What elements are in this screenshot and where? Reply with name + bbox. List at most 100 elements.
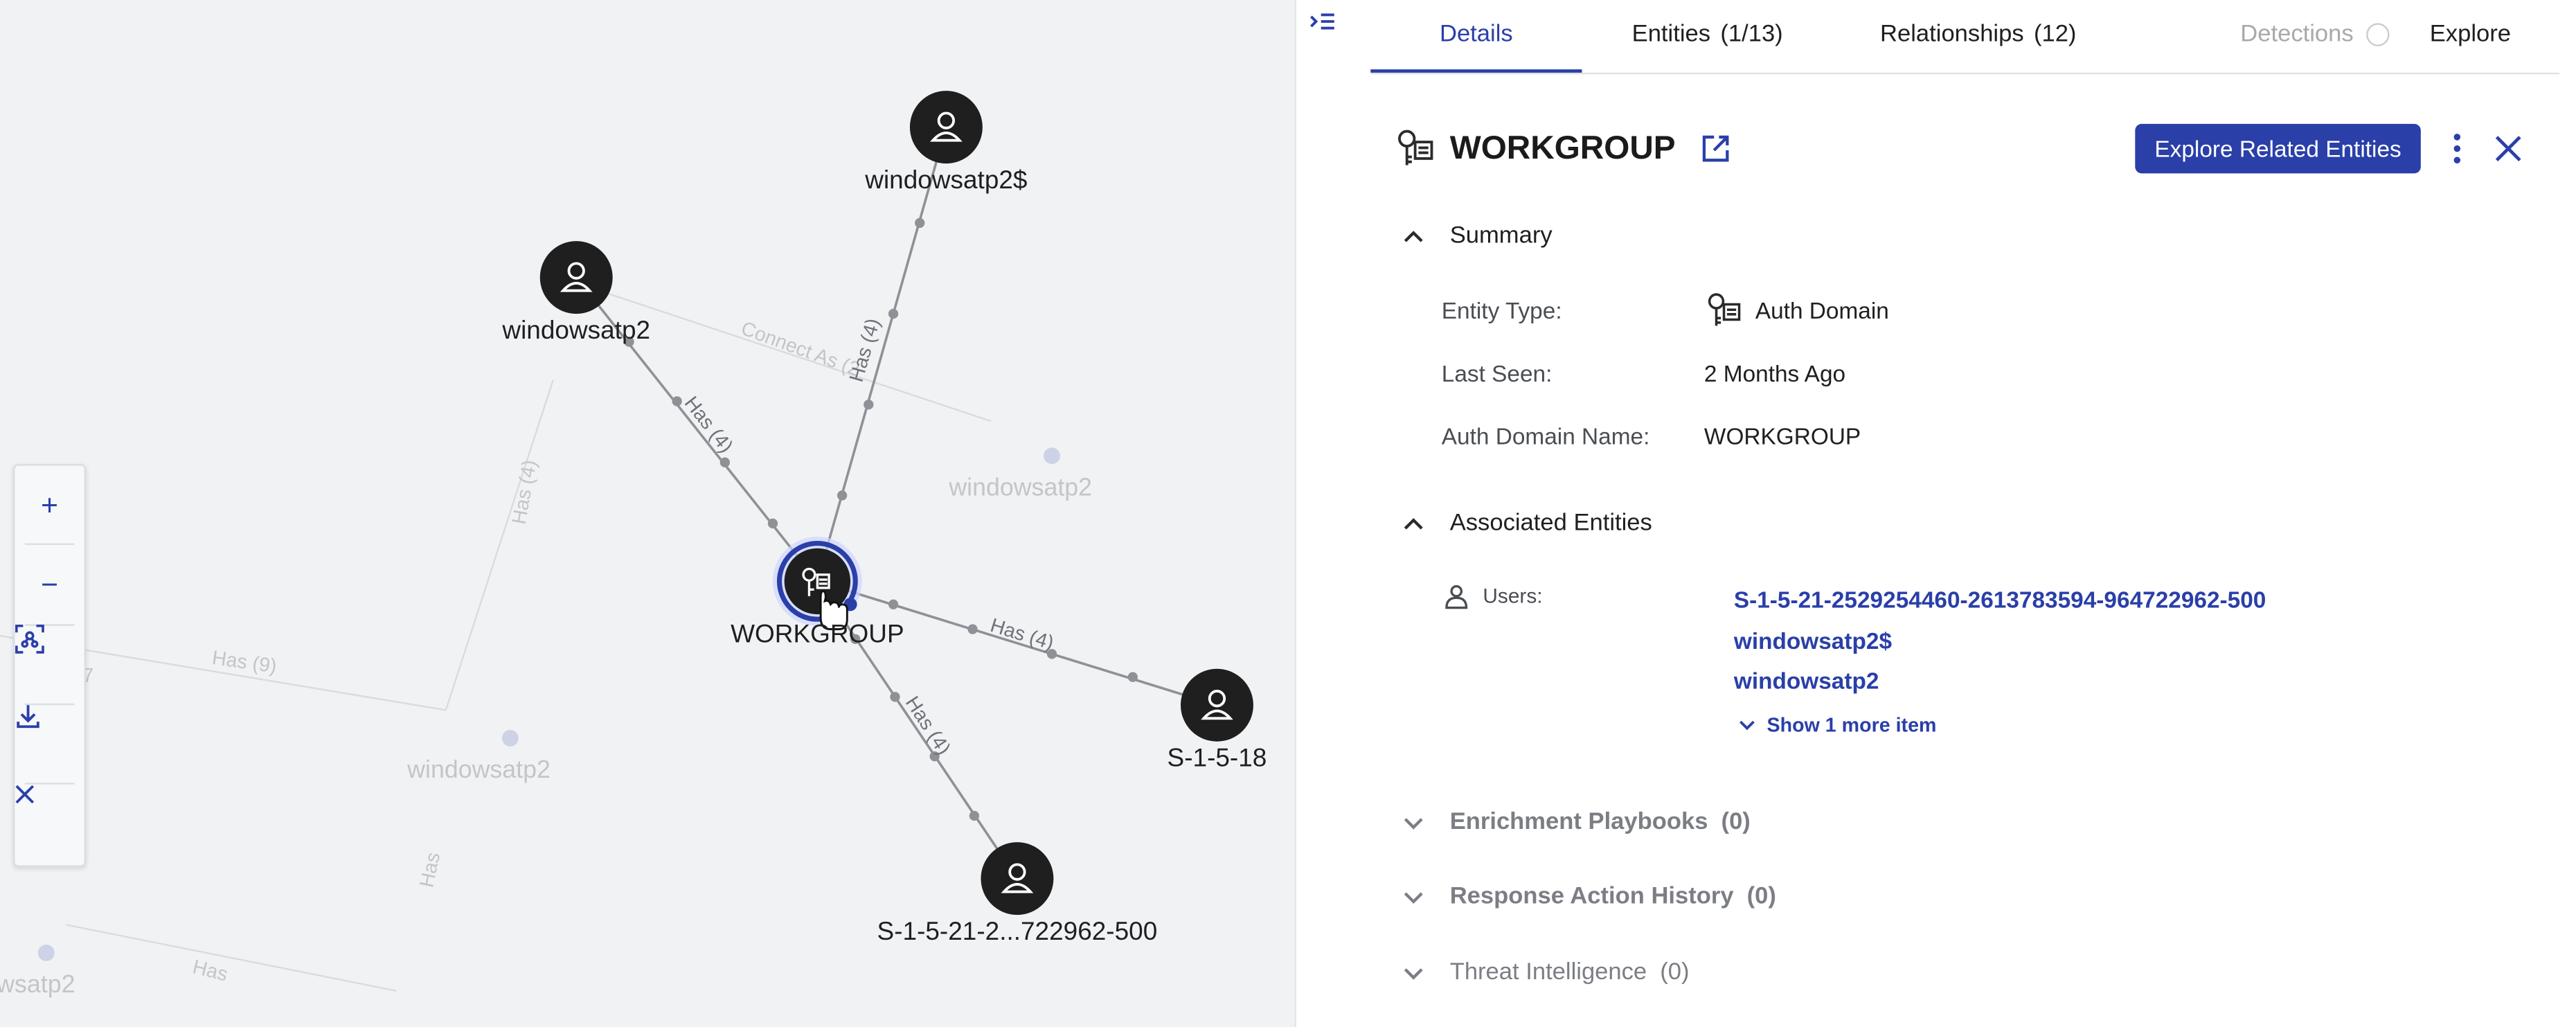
section-title: Associated Entities [1449, 510, 1652, 537]
entity-type-text: Auth Domain [1755, 297, 1889, 324]
graph-node-windowsatp2-dollar[interactable]: windowsatp2$ [864, 91, 1027, 194]
tab-label: Detections [2240, 21, 2354, 48]
chevron-down-icon [1404, 968, 1423, 980]
graph-toolbar: + − [13, 464, 87, 867]
section-title: Enrichment Playbooks [1449, 809, 1708, 836]
edge-label: Has (4) [680, 392, 737, 457]
associated-entities-toggle[interactable]: Associated Entities [1400, 506, 1652, 542]
section-count: (0) [1660, 959, 1690, 986]
summary-section-toggle[interactable]: Summary [1400, 218, 1553, 254]
fit-screen-icon [15, 624, 44, 654]
chevron-down-icon [1739, 720, 1755, 731]
faded-label: Has [415, 850, 445, 889]
tab-label: Details [1439, 21, 1513, 48]
graph-node-s-1-5-21-500[interactable]: S-1-5-21-2...722962-500 [877, 842, 1158, 945]
faded-node-label: windowsatp2 [406, 756, 551, 783]
edge-label: Has (4) [846, 316, 885, 384]
response-action-history-toggle[interactable]: Response Action History (0) [1400, 879, 1776, 915]
zoom-out-button[interactable]: − [15, 545, 84, 624]
section-count: (0) [1746, 883, 1776, 910]
node-label: WORKGROUP [731, 620, 904, 648]
section-title: Summary [1449, 222, 1553, 250]
tab-entities[interactable]: Entities (1/13) [1615, 0, 1800, 69]
tab-label: Relationships [1880, 21, 2024, 48]
last-seen-value: 2 Months Ago [1703, 359, 1846, 387]
user-link[interactable]: S-1-5-21-2529254460-2613783594-964722962… [1734, 587, 2266, 613]
download-button[interactable] [15, 704, 84, 783]
edge-label: Has (4) [987, 614, 1056, 654]
close-icon [15, 785, 35, 804]
tab-detections[interactable]: Detections [2236, 0, 2395, 69]
download-icon [17, 705, 39, 729]
open-external-icon[interactable] [1699, 132, 1732, 166]
tab-count: (12) [2033, 21, 2077, 48]
tab-details[interactable]: Details [1370, 0, 1582, 73]
entity-header: WORKGROUP [1394, 122, 1732, 175]
auth-domain-icon [1398, 130, 1433, 166]
auth-domain-icon [1708, 293, 1741, 326]
section-title: Threat Intelligence [1449, 959, 1647, 986]
node-label: S-1-5-18 [1168, 743, 1267, 771]
graph-node-windowsatp2[interactable]: windowsatp2 [501, 241, 650, 344]
user-link[interactable]: windowsatp2 [1734, 667, 1879, 693]
auth-domain-name-value: WORKGROUP [1703, 422, 1861, 449]
loading-spinner-icon [2366, 23, 2390, 46]
chevron-up-icon [1404, 518, 1423, 530]
faded-node[interactable] [37, 945, 55, 961]
users-label-text: Users: [1483, 584, 1543, 608]
faded-label: Has [190, 956, 230, 985]
faded-node[interactable] [1044, 447, 1060, 465]
tab-label: Explore [2429, 21, 2512, 48]
enrichment-playbooks-toggle[interactable]: Enrichment Playbooks (0) [1400, 804, 1751, 840]
edge-dots [624, 217, 1138, 821]
tab-bar: Details Entities (1/13) Relationships (1… [1370, 0, 2560, 75]
user-icon [1445, 584, 1468, 609]
faded-node-label: wsatp2 [0, 970, 75, 998]
tab-label: Entities [1631, 21, 1711, 48]
show-more-label: Show 1 more item [1766, 713, 1937, 737]
entity-title: WORKGROUP [1449, 130, 1676, 166]
node-label: S-1-5-21-2...722962-500 [877, 917, 1158, 945]
entity-type-value: Auth Domain [1704, 291, 1889, 330]
node-label: windowsatp2$ [864, 166, 1027, 194]
edge-label: Has (4) [901, 693, 955, 759]
faded-label: Has (4) [508, 458, 542, 526]
edge-labels: Has (4) Has (4) Has (4) Has (4) [680, 316, 1057, 759]
plus-icon: + [40, 488, 59, 521]
section-count: (0) [1721, 809, 1751, 836]
clear-graph-button[interactable] [15, 785, 84, 864]
entity-type-label: Entity Type: [1441, 297, 1562, 324]
graph-node-s-1-5-18[interactable]: S-1-5-18 [1168, 668, 1267, 772]
tab-relationships[interactable]: Relationships (12) [1853, 0, 2104, 69]
tab-count: (1/13) [1720, 21, 1783, 48]
user-link[interactable]: windowsatp2$ [1734, 627, 1892, 654]
more-options-icon[interactable] [2444, 132, 2470, 166]
chevron-down-icon [1404, 818, 1423, 830]
details-panel: Details Entities (1/13) Relationships (1… [1298, 0, 2576, 1027]
graph-svg[interactable]: Connect As (2 Has (4) Has (9) Has Has 7 … [0, 0, 1295, 1027]
node-label: windowsatp2 [501, 316, 650, 344]
tab-explore[interactable]: Explore [2414, 0, 2526, 69]
graph-node-workgroup[interactable]: WORKGROUP [731, 537, 904, 648]
users-label: Users: [1443, 583, 1543, 609]
graph-canvas[interactable]: Connect As (2 Has (4) Has (9) Has Has 7 … [0, 0, 1296, 1027]
collapse-panel-icon[interactable] [1308, 8, 1338, 38]
chevron-down-icon [1404, 892, 1423, 904]
close-icon[interactable] [2490, 132, 2526, 166]
faded-node-label: windowsatp2 [948, 473, 1092, 501]
auth-domain-name-label: Auth Domain Name: [1441, 422, 1650, 449]
app-window: Connect As (2 Has (4) Has (9) Has Has 7 … [0, 0, 2576, 1027]
section-title: Response Action History [1449, 883, 1734, 910]
explore-related-entities-button[interactable]: Explore Related Entities [2135, 123, 2421, 174]
minus-icon: − [40, 567, 59, 600]
fit-to-screen-button[interactable] [15, 624, 84, 703]
graph-edges [575, 127, 1217, 879]
zoom-in-button[interactable]: + [15, 465, 84, 544]
last-seen-label: Last Seen: [1441, 359, 1553, 387]
chevron-up-icon [1404, 231, 1423, 242]
faded-node[interactable] [501, 730, 519, 747]
faded-label: Connect As (2 [738, 317, 863, 381]
threat-intelligence-toggle[interactable]: Threat Intelligence (0) [1400, 954, 1690, 990]
show-more-button[interactable]: Show 1 more item [1737, 713, 1937, 737]
faded-edge-labels: Connect As (2 Has (4) Has (9) Has Has 7 [82, 317, 862, 985]
